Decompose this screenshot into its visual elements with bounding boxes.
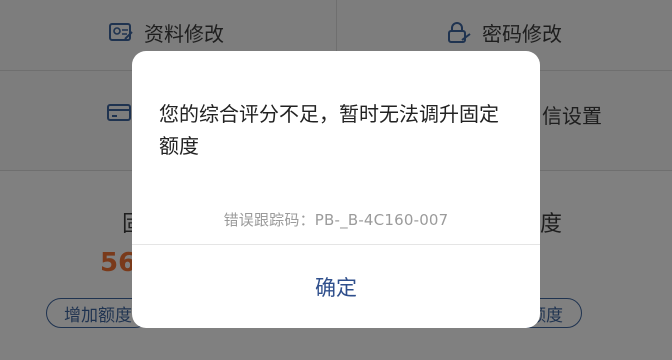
dialog-message: 您的综合评分不足，暂时无法调升固定额度 bbox=[159, 102, 499, 158]
confirm-button[interactable]: 确定 bbox=[132, 245, 540, 328]
profile-card-icon bbox=[108, 22, 134, 44]
menu-item-card[interactable] bbox=[106, 102, 132, 124]
error-tracking-code: 错误跟踪码：PB-_B-4C160-007 bbox=[223, 211, 449, 229]
menu-item-profile-edit[interactable]: 资料修改 bbox=[108, 18, 224, 47]
menu-item-label: 资料修改 bbox=[144, 22, 224, 46]
lock-icon bbox=[446, 21, 472, 44]
card-icon bbox=[106, 102, 132, 124]
menu-item-label: 密码修改 bbox=[482, 22, 562, 46]
section-title-right: 度 bbox=[540, 212, 563, 237]
menu-item-settings[interactable]: 信设置 bbox=[542, 100, 602, 129]
alert-dialog: 您的综合评分不足，暂时无法调升固定额度 错误跟踪码：PB-_B-4C160-00… bbox=[132, 51, 540, 328]
menu-item-password-edit[interactable]: 密码修改 bbox=[446, 18, 562, 47]
limit-amount: 56 bbox=[100, 248, 137, 278]
menu-item-label: 信设置 bbox=[542, 104, 602, 128]
